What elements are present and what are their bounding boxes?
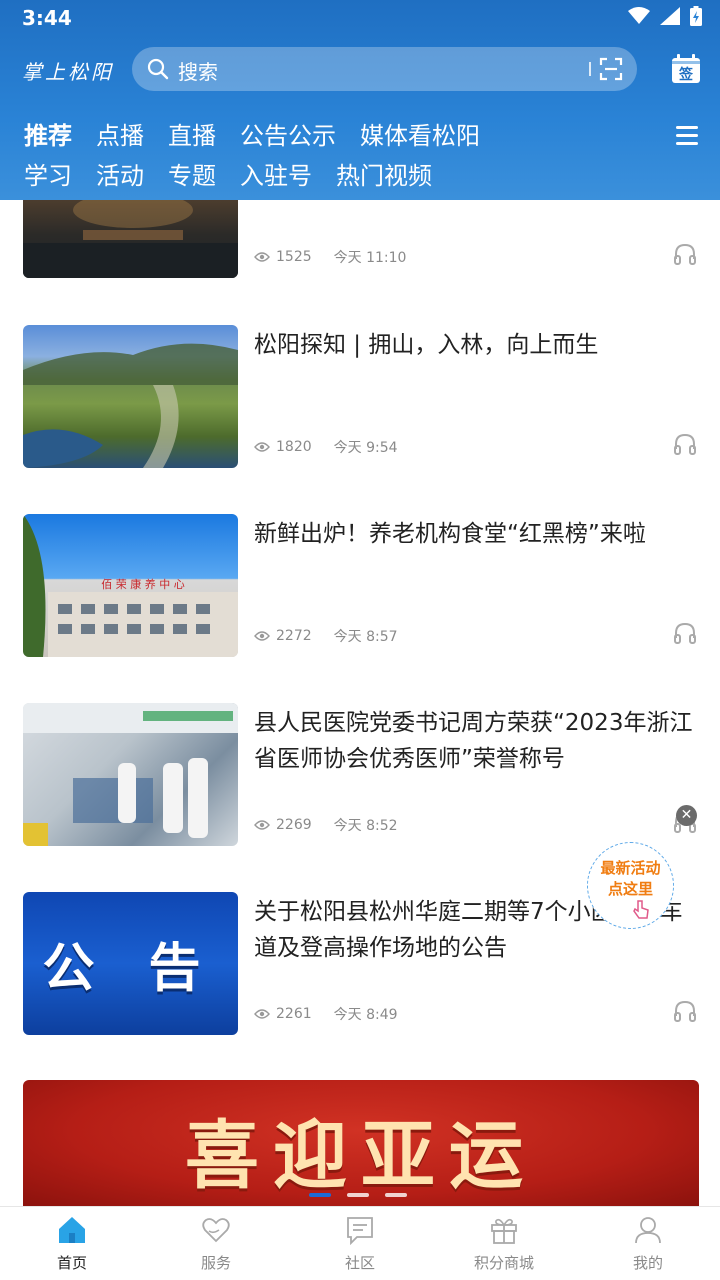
nav-tab-media[interactable]: 媒体看松阳 (360, 116, 480, 151)
nav-tab-hot-videos[interactable]: 热门视频 (336, 156, 432, 191)
user-icon (635, 1217, 661, 1244)
publish-time: 今天 8:57 (333, 629, 398, 645)
nav-tab-activities[interactable]: 活动 (96, 156, 144, 191)
article-thumbnail: 佰 荣 康 养 中 心 (23, 514, 238, 657)
tab-label: 积分商城 (473, 1254, 534, 1272)
search-bar[interactable]: 搜索 (132, 47, 637, 91)
publish-time: 今天 8:49 (333, 1007, 398, 1023)
headphone-icon[interactable] (673, 433, 697, 455)
nav-tab-recommend[interactable]: 推荐 (24, 116, 72, 151)
float-line-1: 最新活动 (600, 859, 661, 877)
banner-pagination (309, 1193, 407, 1197)
nav-tab-live[interactable]: 直播 (168, 116, 216, 151)
search-divider (589, 62, 591, 76)
tab-community[interactable]: 社区 (288, 1207, 432, 1280)
article-title: 县人民医院党委书记周方荣获“2023年浙江省医师协会优秀医师”荣誉称号 (254, 710, 693, 772)
article-title: 新鲜出炉！养老机构食堂“红黑榜”来啦 (254, 521, 646, 547)
app-logo: 掌上松阳 (22, 60, 114, 84)
status-bar: 3:44 (0, 0, 720, 38)
close-icon[interactable]: ✕ (676, 805, 697, 826)
home-icon (59, 1217, 85, 1243)
app-header: 3:44 掌上松阳 搜索 签 推荐 点播 直播 公告公示 媒体看松阳 学习 活动… (0, 0, 720, 200)
status-time: 3:44 (22, 6, 72, 30)
signal-icon (660, 7, 680, 25)
tab-home[interactable]: 首页 (0, 1207, 144, 1280)
publish-time: 今天 11:10 (333, 250, 407, 266)
gift-icon (491, 1218, 517, 1244)
battery-icon (690, 6, 702, 26)
article-meta: 2261 今天 8:49 (254, 1004, 398, 1024)
tab-label: 社区 (344, 1254, 375, 1272)
news-feed: 1525 今天 11:10 松阳探知 | 拥山，入林，向上而生 1820 今天 … (0, 200, 720, 1206)
article-meta: 1820 今天 9:54 (254, 437, 398, 457)
menu-icon[interactable] (676, 126, 698, 146)
nav-row-1: 推荐 点播 直播 公告公示 媒体看松阳 (24, 113, 664, 153)
banner-text: 喜迎亚运 (185, 1113, 537, 1199)
search-icon (147, 58, 169, 80)
headphone-icon[interactable] (673, 622, 697, 644)
status-icons (628, 6, 702, 26)
publish-time: 今天 8:52 (333, 818, 398, 834)
article-thumbnail (23, 325, 238, 468)
view-count: 2272 (276, 628, 312, 644)
search-input[interactable]: 搜索 (178, 56, 218, 85)
nav-row-2: 学习 活动 专题 入驻号 热门视频 (24, 153, 664, 193)
view-count: 1820 (276, 439, 312, 455)
eye-icon (254, 442, 270, 452)
promo-banner[interactable]: 喜迎亚运 (23, 1080, 699, 1206)
tab-label: 我的 (632, 1254, 663, 1272)
pagination-dot[interactable] (385, 1193, 407, 1197)
headphone-icon[interactable] (673, 1000, 697, 1022)
wifi-icon (628, 7, 650, 24)
svg-text:签: 签 (678, 66, 694, 83)
notice-thumb-text: 公 告 (42, 939, 219, 999)
nav-tab-announcements[interactable]: 公告公示 (240, 116, 336, 151)
view-count: 2269 (276, 817, 312, 833)
article-item[interactable]: 松阳探知 | 拥山，入林，向上而生 1820 今天 9:54 (0, 325, 720, 468)
article-thumbnail (23, 703, 238, 846)
chat-icon (347, 1217, 373, 1245)
article-item[interactable]: 1525 今天 11:10 (0, 200, 720, 278)
tab-label: 服务 (200, 1254, 231, 1272)
category-nav: 推荐 点播 直播 公告公示 媒体看松阳 学习 活动 专题 入驻号 热门视频 (24, 113, 664, 193)
article-thumbnail (23, 200, 238, 278)
tab-points-mall[interactable]: 积分商城 (432, 1207, 576, 1280)
sign-in-calendar-icon[interactable]: 签 (671, 54, 701, 84)
nav-tab-accounts[interactable]: 入驻号 (240, 156, 312, 191)
article-meta: 2269 今天 8:52 (254, 815, 398, 835)
activity-float-button[interactable]: 最新活动 点这里 (587, 842, 674, 929)
article-meta: 2272 今天 8:57 (254, 626, 398, 646)
pagination-dot[interactable] (347, 1193, 369, 1197)
hand-pointer-icon (633, 900, 649, 919)
eye-icon (254, 1009, 270, 1019)
view-count: 1525 (276, 249, 312, 265)
headphone-icon[interactable] (673, 243, 697, 265)
eye-icon (254, 820, 270, 830)
nav-tab-study[interactable]: 学习 (24, 156, 72, 191)
nav-tab-vod[interactable]: 点播 (96, 116, 144, 151)
nav-tab-topics[interactable]: 专题 (168, 156, 216, 191)
heart-hand-icon (202, 1218, 230, 1243)
article-meta: 1525 今天 11:10 (254, 247, 406, 267)
tab-profile[interactable]: 我的 (576, 1207, 720, 1280)
svg-text:佰 荣 康 养 中 心: 佰 荣 康 养 中 心 (101, 577, 184, 591)
view-count: 2261 (276, 1006, 312, 1022)
article-thumbnail: 公 告 (23, 892, 238, 1035)
eye-icon (254, 631, 270, 641)
publish-time: 今天 9:54 (333, 440, 398, 456)
article-item[interactable]: 佰 荣 康 养 中 心 新鲜出炉！养老机构食堂“红黑榜”来啦 2272 今天 8… (0, 514, 720, 657)
bottom-tab-bar: 首页 服务 社区 积分商城 我的 (0, 1206, 720, 1280)
float-line-2: 点这里 (607, 880, 653, 898)
article-title: 松阳探知 | 拥山，入林，向上而生 (254, 332, 599, 358)
tab-service[interactable]: 服务 (144, 1207, 288, 1280)
tab-label: 首页 (56, 1254, 87, 1272)
scan-icon[interactable] (599, 57, 623, 81)
pagination-dot[interactable] (309, 1193, 331, 1197)
article-item[interactable]: 县人民医院党委书记周方荣获“2023年浙江省医师协会优秀医师”荣誉称号 2269… (0, 703, 720, 846)
eye-icon (254, 252, 270, 262)
